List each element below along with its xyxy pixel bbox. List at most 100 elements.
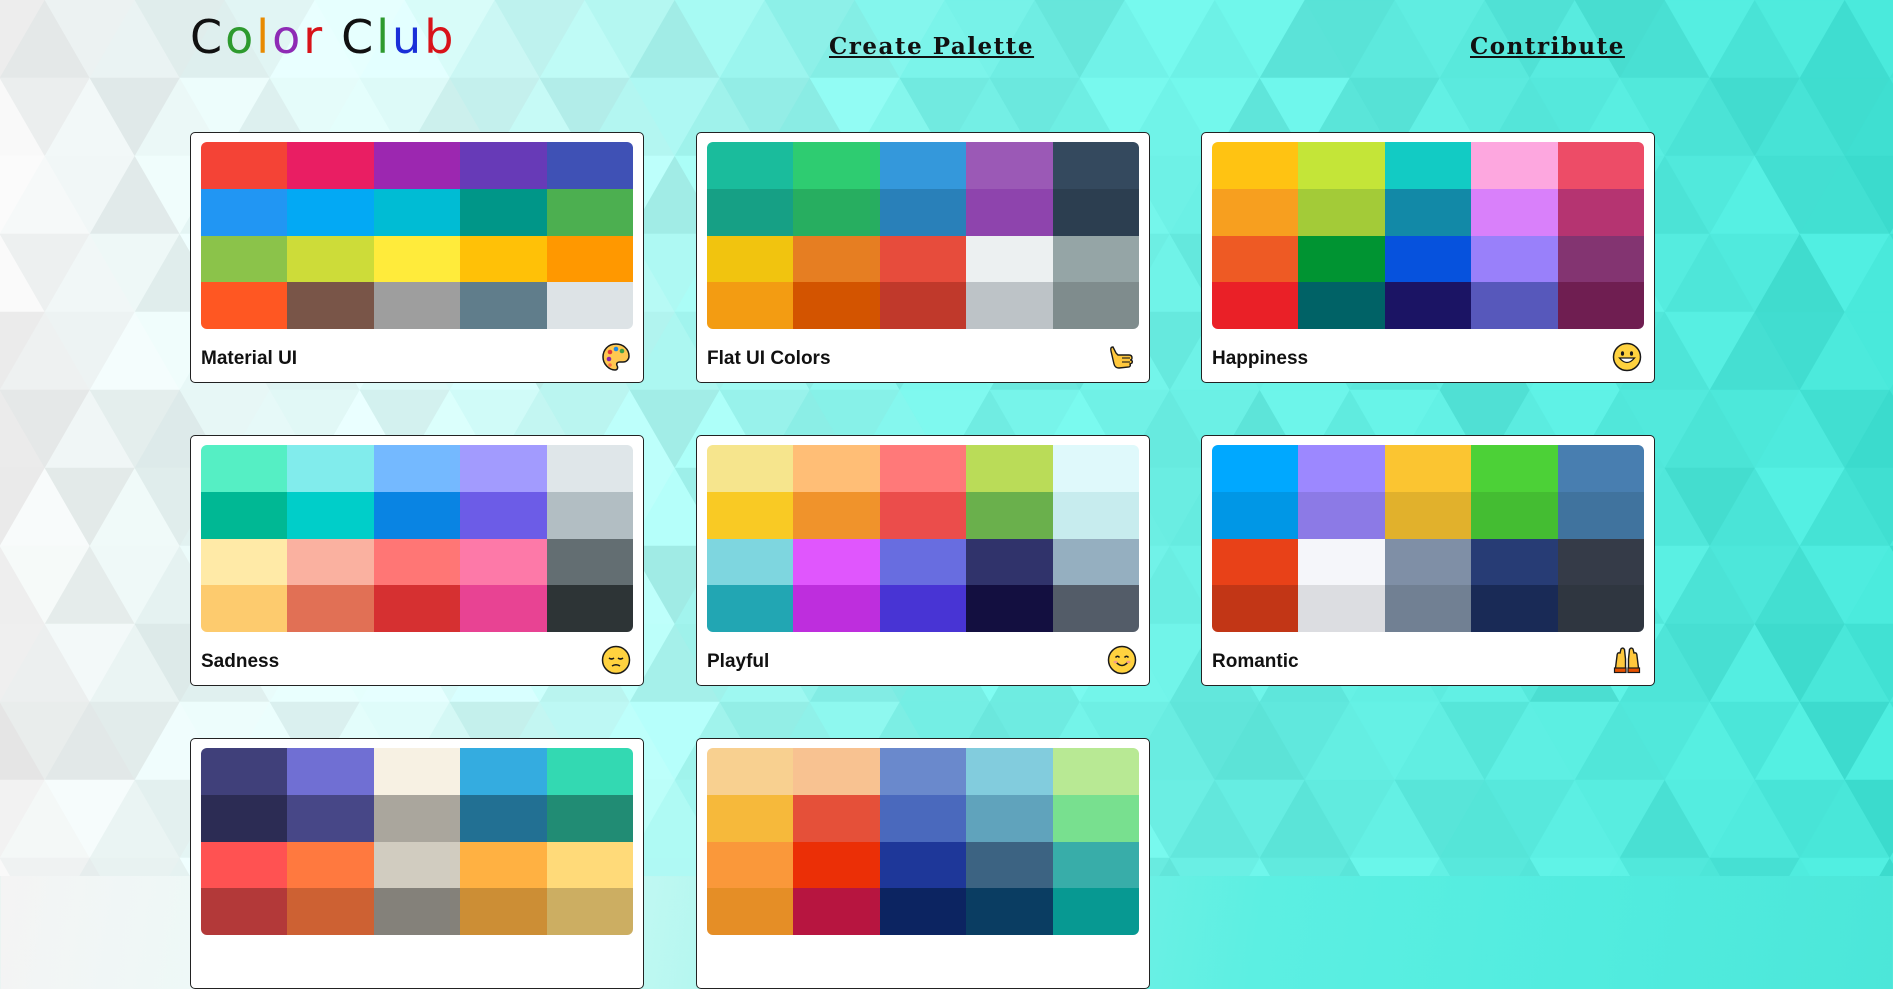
color-swatch[interactable] <box>287 794 374 842</box>
color-swatch[interactable] <box>1052 841 1139 889</box>
color-swatch[interactable] <box>546 585 633 632</box>
color-swatch[interactable] <box>966 282 1053 329</box>
color-swatch[interactable] <box>966 188 1053 236</box>
color-swatch[interactable] <box>460 794 547 842</box>
color-swatch[interactable] <box>793 794 880 842</box>
color-swatch[interactable] <box>373 538 461 586</box>
color-swatch[interactable] <box>707 282 794 329</box>
color-swatch[interactable] <box>1384 282 1472 329</box>
color-swatch[interactable] <box>1471 188 1558 236</box>
color-swatch[interactable] <box>1384 585 1472 632</box>
color-swatch[interactable] <box>546 142 633 189</box>
color-swatch[interactable] <box>287 142 374 189</box>
color-swatch[interactable] <box>707 888 794 935</box>
color-swatch[interactable] <box>287 888 374 935</box>
color-swatch[interactable] <box>1298 235 1385 283</box>
color-swatch[interactable] <box>707 538 794 586</box>
color-swatch[interactable] <box>201 538 288 586</box>
color-swatch[interactable] <box>707 748 794 795</box>
color-swatch[interactable] <box>966 888 1053 935</box>
site-logo[interactable]: Color Club <box>190 14 456 60</box>
color-swatch[interactable] <box>546 235 633 283</box>
color-swatch[interactable] <box>373 585 461 632</box>
color-swatch[interactable] <box>793 282 880 329</box>
color-swatch[interactable] <box>1052 142 1139 189</box>
color-swatch[interactable] <box>879 235 967 283</box>
color-swatch[interactable] <box>793 188 880 236</box>
color-swatch[interactable] <box>966 235 1053 283</box>
color-swatch[interactable] <box>1471 142 1558 189</box>
color-swatch[interactable] <box>287 538 374 586</box>
palette-card[interactable]: Happiness <box>1201 132 1655 383</box>
color-swatch[interactable] <box>1298 538 1385 586</box>
color-swatch[interactable] <box>460 235 547 283</box>
color-swatch[interactable] <box>1471 445 1558 492</box>
color-swatch[interactable] <box>966 794 1053 842</box>
color-swatch[interactable] <box>1298 585 1385 632</box>
color-swatch[interactable] <box>1471 282 1558 329</box>
color-swatch[interactable] <box>707 794 794 842</box>
color-swatch[interactable] <box>546 282 633 329</box>
create-palette-link[interactable]: Create Palette <box>829 33 1034 60</box>
color-swatch[interactable] <box>287 188 374 236</box>
color-swatch[interactable] <box>1212 445 1299 492</box>
color-swatch[interactable] <box>966 142 1053 189</box>
color-swatch[interactable] <box>793 142 880 189</box>
color-swatch[interactable] <box>966 445 1053 492</box>
color-swatch[interactable] <box>1557 282 1644 329</box>
color-swatch[interactable] <box>546 841 633 889</box>
color-swatch[interactable] <box>201 585 288 632</box>
color-swatch[interactable] <box>546 794 633 842</box>
color-swatch[interactable] <box>201 188 288 236</box>
color-swatch[interactable] <box>460 748 547 795</box>
color-swatch[interactable] <box>201 491 288 539</box>
color-swatch[interactable] <box>201 888 288 935</box>
color-swatch[interactable] <box>793 888 880 935</box>
color-swatch[interactable] <box>1557 538 1644 586</box>
palette-card[interactable]: Playful <box>696 435 1150 686</box>
color-swatch[interactable] <box>1052 188 1139 236</box>
color-swatch[interactable] <box>707 188 794 236</box>
color-swatch[interactable] <box>1471 491 1558 539</box>
palette-card[interactable]: Flat UI Colors <box>696 132 1150 383</box>
color-swatch[interactable] <box>793 748 880 795</box>
color-swatch[interactable] <box>1052 794 1139 842</box>
color-swatch[interactable] <box>966 538 1053 586</box>
color-swatch[interactable] <box>707 142 794 189</box>
color-swatch[interactable] <box>460 142 547 189</box>
color-swatch[interactable] <box>707 841 794 889</box>
color-swatch[interactable] <box>287 585 374 632</box>
color-swatch[interactable] <box>1384 235 1472 283</box>
color-swatch[interactable] <box>1212 538 1299 586</box>
color-swatch[interactable] <box>966 585 1053 632</box>
color-swatch[interactable] <box>546 188 633 236</box>
color-swatch[interactable] <box>1471 235 1558 283</box>
color-swatch[interactable] <box>546 748 633 795</box>
color-swatch[interactable] <box>1052 235 1139 283</box>
palette-card[interactable]: Romantic <box>1201 435 1655 686</box>
color-swatch[interactable] <box>1557 235 1644 283</box>
color-swatch[interactable] <box>373 491 461 539</box>
color-swatch[interactable] <box>879 888 967 935</box>
color-swatch[interactable] <box>546 888 633 935</box>
color-swatch[interactable] <box>879 282 967 329</box>
color-swatch[interactable] <box>287 491 374 539</box>
color-swatch[interactable] <box>287 841 374 889</box>
color-swatch[interactable] <box>879 841 967 889</box>
color-swatch[interactable] <box>1212 235 1299 283</box>
color-swatch[interactable] <box>373 794 461 842</box>
color-swatch[interactable] <box>966 491 1053 539</box>
color-swatch[interactable] <box>879 445 967 492</box>
color-swatch[interactable] <box>373 142 461 189</box>
color-swatch[interactable] <box>879 142 967 189</box>
color-swatch[interactable] <box>1052 538 1139 586</box>
color-swatch[interactable] <box>460 888 547 935</box>
color-swatch[interactable] <box>707 235 794 283</box>
color-swatch[interactable] <box>879 585 967 632</box>
color-swatch[interactable] <box>1052 888 1139 935</box>
color-swatch[interactable] <box>1212 491 1299 539</box>
color-swatch[interactable] <box>1052 445 1139 492</box>
palette-card[interactable]: Sadness <box>190 435 644 686</box>
color-swatch[interactable] <box>546 538 633 586</box>
color-swatch[interactable] <box>460 282 547 329</box>
